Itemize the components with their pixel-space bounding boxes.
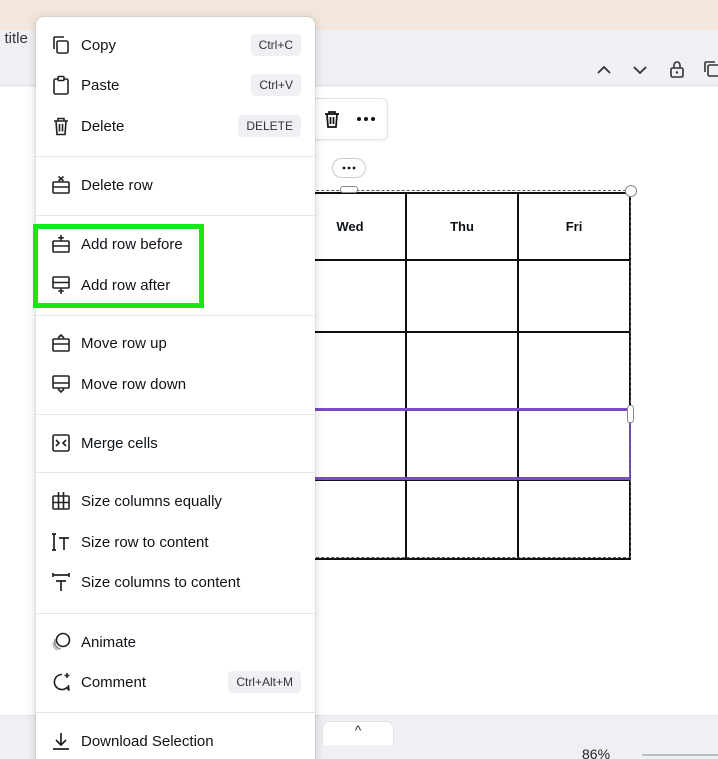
menu-item-label: Size row to content (81, 533, 209, 551)
table-more-pill[interactable] (332, 158, 366, 178)
move-row-up-icon (50, 332, 72, 354)
delete-row-icon (50, 174, 72, 196)
menu-item-label: Size columns to content (81, 573, 241, 591)
menu-item-label: Delete (81, 117, 125, 135)
highlight-annotation-box (33, 224, 204, 308)
menu-item-label: Comment (81, 673, 147, 691)
menu-item-label: Move row down (81, 375, 187, 393)
trash-icon[interactable] (321, 108, 343, 130)
animate-icon (50, 631, 72, 653)
menu-item-label: Move row up (81, 334, 167, 352)
context-menu: Copy Ctrl+C Paste Ctrl+V Delete DELETE D… (36, 17, 315, 759)
rotate-handle[interactable] (625, 185, 637, 197)
shortcut-badge: DELETE (238, 115, 301, 137)
menu-divider (36, 315, 315, 316)
menu-item-label: Download Selection (81, 732, 214, 750)
menu-divider (36, 156, 315, 157)
comment-icon (50, 671, 72, 693)
menu-item-copy[interactable]: Copy Ctrl+C (36, 26, 315, 64)
duplicate-icon[interactable] (700, 57, 718, 81)
chevron-down-icon[interactable] (628, 58, 652, 82)
menu-divider (36, 472, 315, 473)
menu-item-merge-cells[interactable]: Merge cells (36, 424, 315, 462)
menu-item-download-selection[interactable]: Download Selection (36, 722, 315, 759)
menu-item-label: Copy (81, 36, 117, 54)
menu-item-size-row-to-content[interactable]: Size row to content (36, 523, 315, 561)
menu-divider (36, 613, 315, 614)
menu-item-delete-row[interactable]: Delete row (36, 166, 315, 204)
shortcut-badge: Ctrl+C (250, 34, 301, 56)
shortcut-badge: Ctrl+Alt+M (228, 671, 301, 693)
menu-item-label: Animate (81, 633, 137, 651)
menu-divider (36, 215, 315, 216)
menu-item-animate[interactable]: Animate (36, 623, 315, 661)
resize-handle-top[interactable] (340, 186, 358, 193)
download-icon (50, 730, 72, 752)
more-options-icon[interactable] (355, 108, 377, 130)
shortcut-badge: Ctrl+V (251, 74, 301, 96)
menu-item-comment[interactable]: Comment Ctrl+Alt+M (36, 663, 315, 701)
row-to-content-icon (50, 531, 72, 553)
trash-icon (50, 115, 72, 137)
menu-divider (36, 414, 315, 415)
menu-item-delete[interactable]: Delete DELETE (36, 107, 315, 145)
ellipsis-icon (342, 166, 356, 170)
columns-equal-icon (50, 490, 72, 512)
move-row-down-icon (50, 373, 72, 395)
menu-item-size-columns-equally[interactable]: Size columns equally (36, 482, 315, 520)
chevron-up-icon[interactable] (592, 58, 616, 82)
paste-icon (50, 74, 72, 96)
zoom-slider[interactable] (642, 754, 718, 756)
columns-to-content-icon (50, 571, 72, 593)
lock-icon[interactable] (665, 57, 689, 81)
menu-item-size-columns-to-content[interactable]: Size columns to content (36, 563, 315, 601)
menu-item-label: Delete row (81, 176, 153, 194)
menu-item-move-row-up[interactable]: Move row up (36, 324, 315, 362)
zoom-level[interactable]: 86% (582, 746, 610, 759)
menu-item-move-row-down[interactable]: Move row down (36, 365, 315, 403)
resize-handle-right[interactable] (627, 405, 634, 423)
menu-divider (36, 712, 315, 713)
document-title[interactable]: e title (0, 30, 28, 47)
copy-icon (50, 34, 72, 56)
menu-item-label: Size columns equally (81, 492, 222, 510)
merge-cells-icon (50, 432, 72, 454)
menu-item-paste[interactable]: Paste Ctrl+V (36, 66, 315, 104)
menu-item-label: Paste (81, 76, 120, 94)
pages-toggle[interactable]: ^ (322, 721, 394, 745)
selection-border (296, 190, 631, 558)
menu-item-label: Merge cells (81, 434, 158, 452)
